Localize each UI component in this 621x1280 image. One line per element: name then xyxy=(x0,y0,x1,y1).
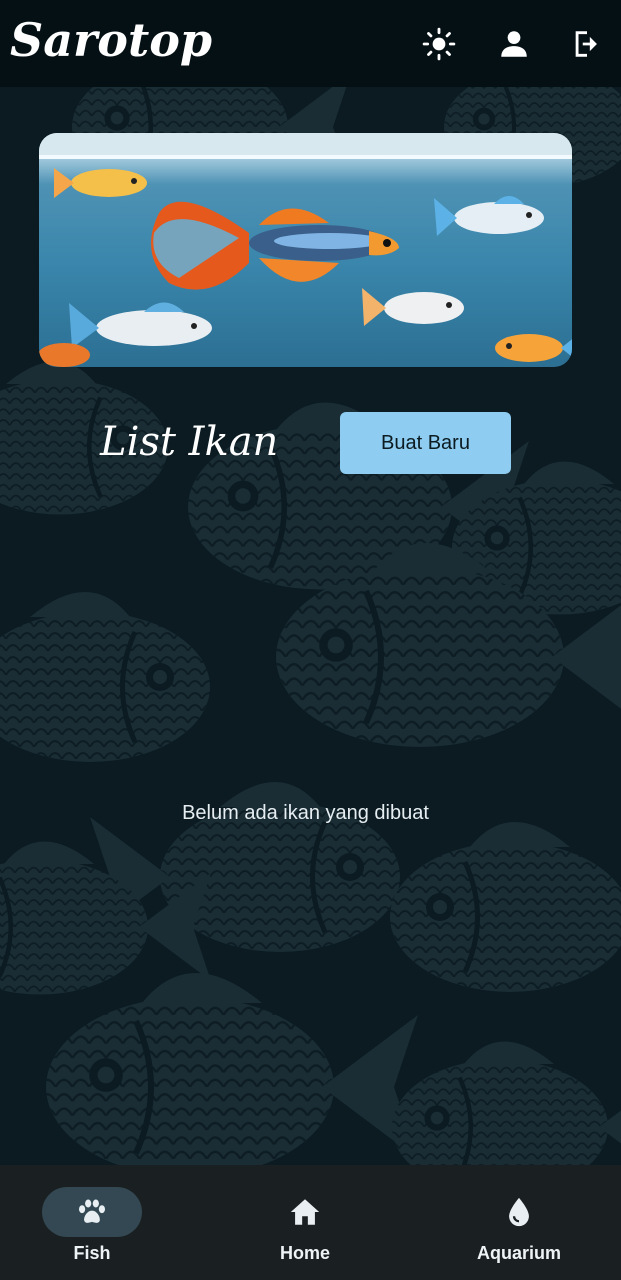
theme-toggle-button[interactable] xyxy=(419,24,459,64)
profile-button[interactable] xyxy=(494,24,534,64)
list-title: List Ikan xyxy=(100,419,279,465)
sun-icon xyxy=(422,27,456,61)
nav-label-home: Home xyxy=(279,1243,330,1263)
aquarium-hero-image xyxy=(39,133,572,367)
nav-icon-holder xyxy=(255,1187,355,1237)
home-icon xyxy=(290,1199,320,1225)
logout-button[interactable] xyxy=(567,24,607,64)
empty-state-message: Belum ada ikan yang dibuat xyxy=(182,802,429,824)
nav-item-home[interactable]: Home xyxy=(215,1165,395,1280)
create-fish-button[interactable]: Buat Baru xyxy=(340,412,511,474)
nav-icon-holder xyxy=(469,1187,569,1237)
app-bar: Sarotop xyxy=(0,0,621,87)
nav-active-indicator xyxy=(42,1187,142,1237)
app-logo: Sarotop xyxy=(10,13,213,67)
person-icon xyxy=(501,31,527,57)
nav-label-fish: Fish xyxy=(73,1243,111,1263)
water-drop-icon xyxy=(509,1197,529,1227)
nav-item-aquarium[interactable]: Aquarium xyxy=(429,1165,609,1280)
nav-label-aquarium: Aquarium xyxy=(476,1243,561,1263)
logout-icon xyxy=(575,31,597,57)
paw-icon xyxy=(78,1199,106,1223)
bottom-navigation: Fish Home Aquarium xyxy=(0,1165,621,1280)
nav-item-fish[interactable]: Fish xyxy=(2,1165,182,1280)
